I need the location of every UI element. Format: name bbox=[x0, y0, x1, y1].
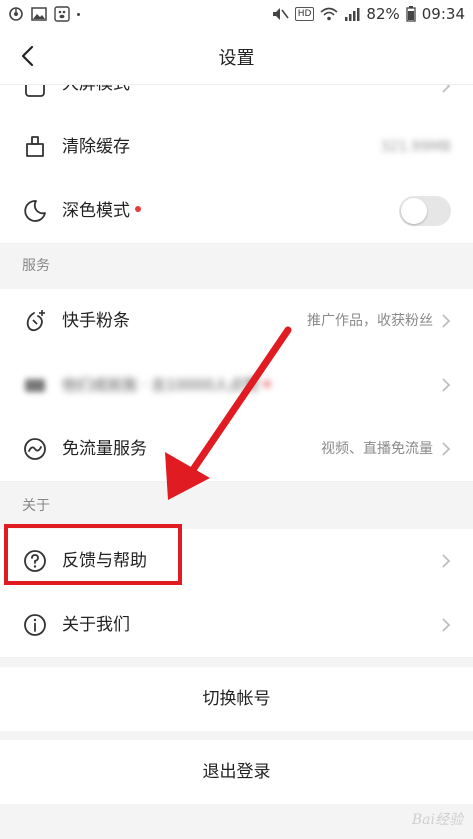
rocket-plus-icon bbox=[26, 310, 45, 332]
free-flow-label: 免流量服务 bbox=[62, 439, 147, 459]
nav-bar: 设置 bbox=[0, 28, 473, 85]
chevron-right-icon bbox=[442, 554, 451, 568]
image-icon bbox=[31, 7, 47, 21]
toggle-knob bbox=[401, 198, 427, 224]
settings-row-fans[interactable]: 快手粉条 推广作品，收获粉丝 bbox=[0, 289, 473, 354]
chevron-right-icon bbox=[442, 85, 451, 93]
browser-icon bbox=[9, 7, 23, 21]
dark-mode-toggle[interactable] bbox=[399, 196, 451, 226]
wifi-icon bbox=[320, 7, 338, 21]
switch-account-button[interactable]: 切换帐号 bbox=[0, 667, 473, 731]
status-bar: HD 82% 09:34 bbox=[0, 0, 473, 28]
settings-row-dark-mode[interactable]: 深色模式 bbox=[0, 179, 473, 244]
settings-row-blurred[interactable]: 他们成就我 · 去10000人点赞 bbox=[0, 353, 473, 418]
logout-button[interactable]: 退出登录 bbox=[0, 740, 473, 804]
moon-icon bbox=[24, 200, 46, 222]
free-flow-subtitle: 视频、直播免流量 bbox=[321, 441, 433, 457]
tablet-icon bbox=[25, 85, 45, 97]
about-us-label: 关于我们 bbox=[62, 615, 130, 635]
watermark: Bai经验 bbox=[411, 812, 463, 828]
chevron-right-icon bbox=[442, 618, 451, 632]
clear-cache-label: 清除缓存 bbox=[62, 137, 130, 157]
clock: 09:34 bbox=[421, 5, 465, 23]
card-icon bbox=[25, 379, 45, 392]
blurred-label: 他们成就我 · 去10000人点赞 bbox=[62, 374, 271, 396]
mute-icon bbox=[272, 8, 289, 20]
chevron-right-icon bbox=[442, 378, 451, 392]
notification-dot-icon bbox=[77, 12, 80, 16]
new-indicator-dot bbox=[264, 380, 271, 387]
settings-row-about-us[interactable]: 关于我们 bbox=[0, 593, 473, 658]
chevron-right-icon bbox=[442, 314, 451, 328]
fans-label: 快手粉条 bbox=[62, 311, 130, 331]
battery-icon bbox=[406, 6, 416, 22]
signal-icon bbox=[345, 8, 360, 21]
info-circle-icon bbox=[24, 614, 46, 636]
dark-mode-label: 深色模式 bbox=[62, 200, 141, 222]
highlight-box bbox=[4, 524, 182, 585]
settings-row-free-flow[interactable]: 免流量服务 视频、直播免流量 bbox=[0, 417, 473, 482]
large-mode-label: 大屏模式 bbox=[62, 85, 130, 95]
battery-percent: 82% bbox=[366, 5, 400, 23]
paw-icon bbox=[54, 6, 70, 22]
cache-size-value: 321.99MB bbox=[380, 139, 451, 155]
fans-subtitle: 推广作品，收获粉丝 bbox=[307, 313, 433, 329]
new-indicator-dot bbox=[135, 206, 141, 212]
broom-icon bbox=[26, 136, 44, 157]
wave-circle-icon bbox=[24, 438, 46, 460]
page-title: 设置 bbox=[218, 48, 255, 69]
settings-row-clear-cache[interactable]: 清除缓存 321.99MB bbox=[0, 115, 473, 180]
section-header-service: 服务 bbox=[22, 258, 50, 274]
hd-badge: HD bbox=[294, 7, 315, 21]
section-header-about: 关于 bbox=[22, 498, 50, 514]
chevron-right-icon bbox=[442, 442, 451, 456]
settings-row-large-mode[interactable]: 大屏模式 bbox=[0, 85, 473, 116]
